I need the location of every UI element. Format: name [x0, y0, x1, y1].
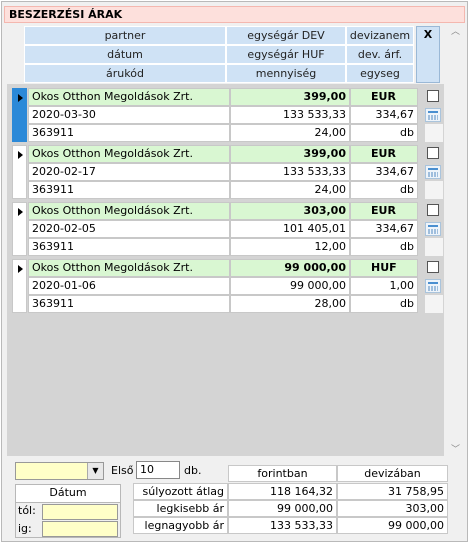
record-arukod[interactable]: 363911: [28, 238, 230, 256]
header-egysegar-dev[interactable]: egységár DEV: [226, 26, 346, 45]
record-filler: [425, 238, 443, 256]
chevron-down-icon[interactable]: ▼: [87, 463, 103, 479]
header-mennyiseg[interactable]: mennyiség: [226, 64, 346, 83]
record-checkbox[interactable]: [427, 261, 439, 273]
record-egyseg[interactable]: db: [350, 124, 418, 142]
db-label: db.: [184, 464, 202, 477]
record-datum[interactable]: 2020-01-06: [28, 277, 230, 295]
stat-header-forint: forintban: [228, 465, 337, 482]
record[interactable]: Okos Otthon Megoldások Zrt. 399,00 EUR 2…: [12, 88, 445, 142]
record-filler: [425, 181, 443, 199]
record-arf[interactable]: 1,00: [350, 277, 418, 295]
header-egysegar-huf[interactable]: egységár HUF: [226, 45, 346, 64]
record-checkbox[interactable]: [427, 90, 439, 102]
row-pointer-icon: [18, 265, 23, 273]
row-pointer-icon: [18, 151, 23, 159]
calendar-icon[interactable]: [425, 279, 441, 293]
record-filler: [425, 295, 443, 313]
record-egysegar-dev[interactable]: 303,00: [230, 202, 350, 220]
record-egyseg[interactable]: db: [350, 238, 418, 256]
stat-label: súlyozott átlag: [133, 483, 228, 500]
row-pointer-icon: [18, 208, 23, 216]
date-filter-header: Dátum: [16, 485, 120, 503]
record-arukod[interactable]: 363911: [28, 124, 230, 142]
record-arf[interactable]: 334,67: [350, 220, 418, 238]
record-partner[interactable]: Okos Otthon Megoldások Zrt.: [28, 202, 230, 220]
record-mennyiseg[interactable]: 24,00: [230, 181, 350, 199]
record[interactable]: Okos Otthon Megoldások Zrt. 99 000,00 HU…: [12, 259, 445, 313]
ig-label: ig:: [18, 522, 32, 535]
stat-deviza-value: 99 000,00: [337, 517, 448, 534]
record-checkbox[interactable]: [427, 204, 439, 216]
record-egysegar-dev[interactable]: 399,00: [230, 88, 350, 106]
stat-label: legnagyobb ár: [133, 517, 228, 534]
record-datum[interactable]: 2020-02-05: [28, 220, 230, 238]
record-egysegar-huf[interactable]: 99 000,00: [230, 277, 350, 295]
record-arukod[interactable]: 363911: [28, 295, 230, 313]
stat-deviza-value: 31 758,95: [337, 483, 448, 500]
elso-count-input[interactable]: 10: [136, 461, 180, 479]
tol-label: tól:: [18, 504, 36, 517]
window-title: BESZERZÉSI ÁRAK: [4, 6, 465, 23]
record[interactable]: Okos Otthon Megoldások Zrt. 399,00 EUR 2…: [12, 145, 445, 199]
record-partner[interactable]: Okos Otthon Megoldások Zrt.: [28, 145, 230, 163]
record-egyseg[interactable]: db: [350, 295, 418, 313]
date-to-input[interactable]: [42, 521, 118, 537]
purchase-prices-window: BESZERZÉSI ÁRAK partner dátum árukód egy…: [1, 1, 468, 542]
stat-deviza-value: 303,00: [337, 500, 448, 517]
filter-combo[interactable]: ▼: [15, 462, 104, 480]
record-selector[interactable]: [12, 145, 27, 199]
record-mennyiseg[interactable]: 24,00: [230, 124, 350, 142]
record-partner[interactable]: Okos Otthon Megoldások Zrt.: [28, 88, 230, 106]
record-egysegar-huf[interactable]: 133 533,33: [230, 163, 350, 181]
calendar-icon[interactable]: [425, 108, 441, 122]
record-egysegar-huf[interactable]: 133 533,33: [230, 106, 350, 124]
date-filter-box: Dátum tól: ig:: [15, 484, 121, 538]
record-egysegar-huf[interactable]: 101 405,01: [230, 220, 350, 238]
stat-forint-value: 99 000,00: [228, 500, 337, 517]
record-datum[interactable]: 2020-02-17: [28, 163, 230, 181]
header-egyseg[interactable]: egyseg: [346, 64, 414, 83]
record-mennyiseg[interactable]: 28,00: [230, 295, 350, 313]
header-partner[interactable]: partner: [24, 26, 226, 45]
record-checkbox[interactable]: [427, 147, 439, 159]
record-selector[interactable]: [12, 259, 27, 313]
record-partner[interactable]: Okos Otthon Megoldások Zrt.: [28, 259, 230, 277]
header-arukod[interactable]: árukód: [24, 64, 226, 83]
calendar-icon[interactable]: [425, 222, 441, 236]
scroll-down-icon[interactable]: ﹀: [447, 444, 464, 456]
record-devizanem[interactable]: EUR: [350, 88, 418, 106]
record-devizanem[interactable]: EUR: [350, 202, 418, 220]
record-arukod[interactable]: 363911: [28, 181, 230, 199]
date-from-input[interactable]: [42, 504, 118, 520]
scroll-up-icon[interactable]: ︿: [447, 26, 464, 38]
stat-label: legkisebb ár: [133, 500, 228, 517]
record-datum[interactable]: 2020-03-30: [28, 106, 230, 124]
stat-forint-value: 118 164,32: [228, 483, 337, 500]
record-arf[interactable]: 334,67: [350, 106, 418, 124]
header-devizanem[interactable]: devizanem: [346, 26, 414, 45]
record-egysegar-dev[interactable]: 399,00: [230, 145, 350, 163]
record[interactable]: Okos Otthon Megoldások Zrt. 303,00 EUR 2…: [12, 202, 445, 256]
current-row-icon: [18, 94, 23, 102]
elso-label: Első: [111, 464, 134, 477]
stat-forint-value: 133 533,33: [228, 517, 337, 534]
header-select-all[interactable]: X: [416, 26, 440, 83]
calendar-icon[interactable]: [425, 165, 441, 179]
record-arf[interactable]: 334,67: [350, 163, 418, 181]
stat-header-deviza: devizában: [337, 465, 448, 482]
record-devizanem[interactable]: EUR: [350, 145, 418, 163]
record-egyseg[interactable]: db: [350, 181, 418, 199]
record-devizanem[interactable]: HUF: [350, 259, 418, 277]
record-filler: [425, 124, 443, 142]
header-datum[interactable]: dátum: [24, 45, 226, 64]
record-selector[interactable]: [12, 202, 27, 256]
vertical-scrollbar[interactable]: ︿ ﹀: [447, 26, 464, 456]
record-selector[interactable]: [12, 88, 27, 142]
records-area: Okos Otthon Megoldások Zrt. 399,00 EUR 2…: [7, 84, 444, 456]
record-egysegar-dev[interactable]: 99 000,00: [230, 259, 350, 277]
record-mennyiseg[interactable]: 12,00: [230, 238, 350, 256]
header-dev-arf[interactable]: dev. árf.: [346, 45, 414, 64]
